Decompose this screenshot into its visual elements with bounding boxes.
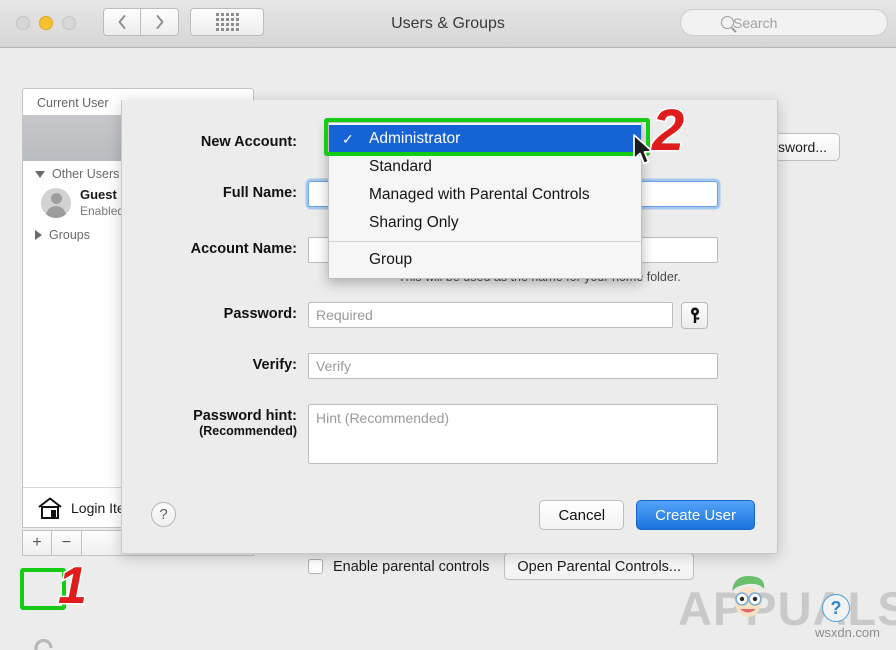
search-placeholder: Search [733, 14, 778, 31]
remove-account-button[interactable]: − [52, 530, 82, 556]
field-row-password: Password: Required [122, 302, 708, 329]
verify-input[interactable]: Verify [308, 353, 718, 379]
appuals-question-icon: ? [822, 594, 850, 622]
verify-label: Verify: [252, 357, 297, 373]
open-parental-controls-button[interactable]: Open Parental Controls... [504, 553, 695, 580]
menu-item-standard[interactable]: Standard [329, 153, 641, 181]
menu-item-administrator-label: Administrator [369, 130, 461, 147]
menu-item-managed-label: Managed with Parental Controls [369, 186, 590, 203]
preferences-pane: Current User Other Users Guest User Enab… [0, 48, 896, 650]
password-hint-label-main: Password hint: [193, 408, 297, 424]
menu-item-administrator[interactable]: ✓ Administrator [329, 125, 641, 153]
password-label: Password: [223, 306, 297, 322]
enable-parental-controls-checkbox[interactable] [308, 559, 323, 574]
unlocked-padlock-icon[interactable] [26, 636, 60, 650]
password-hint-label: Password hint: (Recommended) [122, 404, 297, 438]
search-field[interactable]: Search [680, 9, 888, 36]
disclosure-triangle-right-icon[interactable] [35, 229, 42, 240]
menu-item-sharing-only-label: Sharing Only [369, 214, 459, 231]
lock-row: Click the lock to prevent further change… [26, 636, 348, 650]
cancel-button[interactable]: Cancel [539, 500, 625, 530]
step-number-2: 2 [650, 98, 685, 163]
new-account-label: New Account: [200, 134, 297, 150]
field-row-verify: Verify: Verify [122, 353, 718, 379]
home-icon [37, 496, 63, 520]
guest-user-status: Enabled [80, 204, 125, 219]
password-hint-input[interactable]: Hint (Recommended) [308, 404, 718, 464]
password-assistant-button[interactable] [681, 302, 708, 329]
parental-controls-row: Enable parental controls Open Parental C… [308, 553, 695, 580]
account-name-label: Account Name: [190, 241, 297, 257]
menu-item-standard-label: Standard [369, 158, 432, 175]
menu-item-sharing-only[interactable]: Sharing Only [329, 209, 641, 237]
field-row-password-hint: Password hint: (Recommended) Hint (Recom… [122, 404, 718, 464]
checkmark-icon: ✓ [342, 130, 354, 147]
sidebar-section-groups-label: Groups [49, 227, 90, 242]
appuals-mascot-icon [720, 569, 776, 630]
users-and-groups-window: Users & Groups Search Current User Other… [0, 0, 896, 650]
window-titlebar: Users & Groups Search [0, 0, 896, 48]
password-input[interactable]: Required [308, 302, 673, 328]
sheet-help-button[interactable]: ? [151, 502, 176, 527]
create-user-button[interactable]: Create User [636, 500, 755, 530]
menu-item-group[interactable]: Group [329, 246, 641, 274]
menu-item-group-label: Group [369, 251, 413, 268]
user-avatar-icon [41, 188, 71, 219]
search-icon [721, 16, 734, 29]
enable-parental-controls-label: Enable parental controls [333, 558, 490, 575]
sheet-action-buttons: Cancel Create User [539, 500, 755, 530]
new-account-type-menu: ✓ Administrator Standard Managed with Pa… [328, 122, 642, 279]
source-label: wsxdn.com [814, 625, 880, 640]
step-number-1: 1 [57, 557, 89, 615]
sidebar-section-other-users-label: Other Users [52, 167, 120, 181]
password-hint-label-sub: (Recommended) [199, 424, 297, 438]
disclosure-triangle-down-icon[interactable] [35, 170, 45, 178]
key-icon [690, 307, 699, 323]
menu-item-managed-with-parental-controls[interactable]: Managed with Parental Controls [329, 181, 641, 209]
full-name-label: Full Name: [222, 185, 297, 201]
appuals-watermark: APPUALS ? wsxdn.com [678, 575, 896, 642]
add-account-button[interactable]: + [22, 530, 52, 556]
menu-separator [329, 241, 641, 242]
